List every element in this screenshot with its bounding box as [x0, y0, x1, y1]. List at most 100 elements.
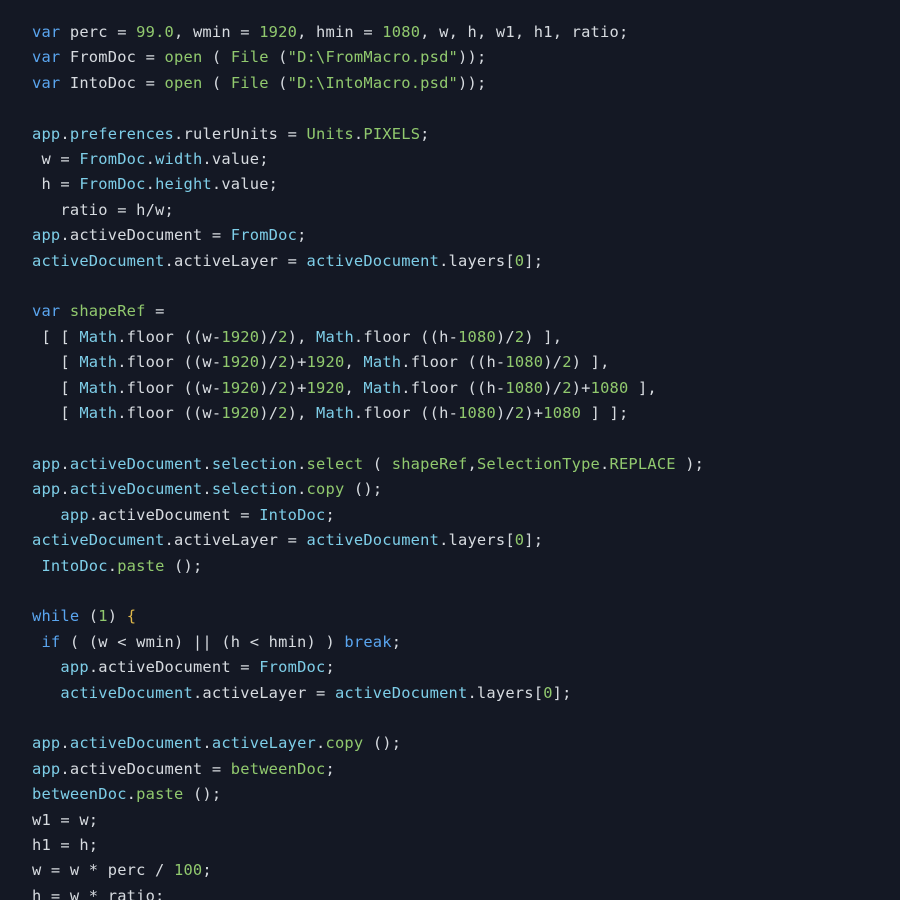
code-token: .value; [202, 150, 268, 168]
code-token: FromDoc = [60, 48, 164, 66]
code-token: ; [202, 861, 211, 879]
code-token: activeDocument [32, 252, 165, 270]
code-token: IntoDoc [259, 506, 325, 524]
code-token: . [297, 480, 306, 498]
code-token: [ [32, 404, 79, 422]
code-token: ( [202, 74, 230, 92]
code-token: [ [ [32, 328, 79, 346]
code-token: .floor ((h- [401, 379, 505, 397]
code-token: app [32, 734, 60, 752]
code-token: app [32, 125, 60, 143]
code-token: 1080 [458, 404, 496, 422]
code-token [32, 658, 60, 676]
code-token: 2 [515, 404, 524, 422]
code-token: 1920 [307, 353, 345, 371]
code-token: 2 [562, 379, 571, 397]
code-token: .activeDocument = [60, 760, 230, 778]
code-token: 1920 [259, 23, 297, 41]
code-token: open [165, 48, 203, 66]
code-token: paste [117, 557, 164, 575]
code-token: .activeDocument = [60, 226, 230, 244]
code-token: h1 = h; [32, 836, 98, 854]
code-token: app [60, 506, 88, 524]
code-token: )/ [259, 379, 278, 397]
code-token: (); [344, 480, 382, 498]
code-token: while [32, 607, 79, 625]
code-token: activeDocument [60, 684, 193, 702]
code-token: , [344, 379, 363, 397]
code-token: select [307, 455, 364, 473]
code-token: Math [79, 328, 117, 346]
code-token: ), [288, 404, 316, 422]
code-token: .floor ((h- [401, 353, 505, 371]
code-token: ] ]; [581, 404, 628, 422]
code-token: )); [458, 48, 486, 66]
code-token: app [32, 760, 60, 778]
code-token: )+ [524, 404, 543, 422]
code-token: var [32, 48, 60, 66]
code-token: ( [79, 607, 98, 625]
code-token: )/ [259, 353, 278, 371]
code-token: .layers[ [439, 531, 515, 549]
code-token: FromDoc [231, 226, 297, 244]
code-token: betweenDoc [32, 785, 127, 803]
code-token: 0 [515, 531, 524, 549]
code-token: Math [316, 404, 354, 422]
code-token: (); [165, 557, 203, 575]
code-token: )); [458, 74, 486, 92]
code-token: activeLayer [212, 734, 316, 752]
code-token: .activeDocument = [89, 506, 259, 524]
code-token: var [32, 302, 60, 320]
code-token: app [32, 226, 60, 244]
code-token: = [146, 302, 165, 320]
code-token: (); [363, 734, 401, 752]
code-token: )+ [288, 353, 307, 371]
code-token: 1080 [505, 353, 543, 371]
code-token: selection [212, 480, 297, 498]
code-token: activeDocument [335, 684, 468, 702]
code-token: .activeLayer = [165, 252, 307, 270]
code-token: ); [676, 455, 704, 473]
code-token [32, 506, 60, 524]
code-token: { [127, 607, 136, 625]
code-token: , [344, 353, 363, 371]
code-token: 1080 [543, 404, 581, 422]
code-token: [ [32, 353, 79, 371]
code-token: .activeLayer = [193, 684, 335, 702]
code-token: PIXELS [363, 125, 420, 143]
code-token: app [60, 658, 88, 676]
code-token: ]; [524, 531, 543, 549]
code-token: Math [79, 379, 117, 397]
code-token: ]; [553, 684, 572, 702]
code-token: .floor ((w- [117, 379, 221, 397]
code-token: 1 [98, 607, 107, 625]
code-token: SelectionType [477, 455, 600, 473]
code-token: 2 [278, 404, 287, 422]
code-token: copy [307, 480, 345, 498]
code-token: activeDocument [307, 252, 440, 270]
code-token: 1080 [382, 23, 420, 41]
code-token: Math [363, 379, 401, 397]
code-token: File [231, 74, 269, 92]
code-token: 1080 [458, 328, 496, 346]
code-token: selection [212, 455, 297, 473]
code-token: Units [307, 125, 354, 143]
code-token: copy [325, 734, 363, 752]
code-token: ( [269, 48, 288, 66]
code-token: REPLACE [609, 455, 675, 473]
code-token: . [60, 480, 69, 498]
code-token: .floor ((w- [117, 328, 221, 346]
code-token: preferences [70, 125, 174, 143]
code-token: shapeRef [70, 302, 146, 320]
code-token [60, 302, 69, 320]
code-token: ) ], [524, 328, 562, 346]
code-token: 1080 [591, 379, 629, 397]
code-token: . [354, 125, 363, 143]
code-token: . [202, 455, 211, 473]
code-token: , hmin = [297, 23, 382, 41]
code-token: . [202, 480, 211, 498]
code-token: 1080 [505, 379, 543, 397]
code-token: ], [629, 379, 657, 397]
code-token: .floor ((h- [354, 328, 458, 346]
code-token: w1 = w; [32, 811, 98, 829]
